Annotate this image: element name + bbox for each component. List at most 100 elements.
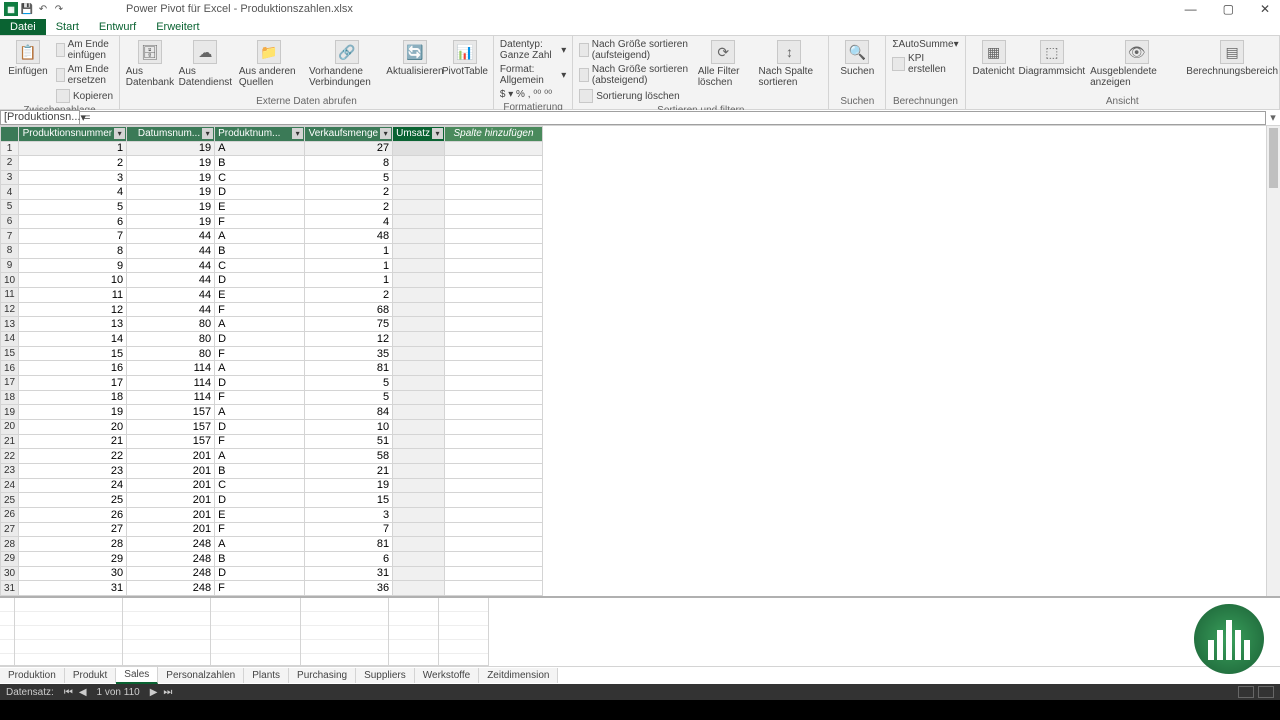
formula-input[interactable]: = (80, 111, 1266, 125)
cell[interactable]: 248 (127, 537, 215, 552)
cell[interactable] (445, 463, 543, 478)
cell[interactable]: 58 (305, 449, 393, 464)
row-header[interactable]: 27 (1, 522, 19, 537)
cell[interactable] (445, 141, 543, 156)
cell[interactable] (445, 376, 543, 391)
cell[interactable]: 10 (19, 273, 127, 288)
clear-sort-button[interactable]: Sortierung löschen (577, 88, 692, 104)
cell[interactable]: 19 (127, 156, 215, 171)
cell[interactable] (445, 434, 543, 449)
nav-first-icon[interactable]: ⏮ (64, 687, 73, 698)
cell[interactable]: 248 (127, 551, 215, 566)
cell[interactable]: 157 (127, 434, 215, 449)
cell[interactable] (393, 361, 445, 376)
col-produktnummer[interactable]: Produktnum...▾ (215, 127, 305, 142)
cell[interactable]: B (215, 244, 305, 259)
sort-desc-button[interactable]: Nach Größe sortieren (absteigend) (577, 63, 692, 87)
cell[interactable] (445, 214, 543, 229)
cell[interactable]: 201 (127, 478, 215, 493)
from-service-button[interactable]: ☁Aus Datendienst (178, 38, 233, 90)
cell[interactable]: C (215, 258, 305, 273)
filter-dropdown-icon[interactable]: ▾ (114, 128, 125, 139)
table-row[interactable]: 26 26 201 E 3 (1, 507, 543, 522)
filter-dropdown-icon[interactable]: ▾ (380, 128, 391, 139)
cell[interactable]: D (215, 185, 305, 200)
sheet-tab-werkstoffe[interactable]: Werkstoffe (415, 668, 479, 683)
table-row[interactable]: 31 31 248 F 36 (1, 581, 543, 596)
formula-expand-icon[interactable]: ▾ (1266, 111, 1280, 124)
table-row[interactable]: 27 27 201 F 7 (1, 522, 543, 537)
cell[interactable]: 84 (305, 405, 393, 420)
cell[interactable]: 28 (19, 537, 127, 552)
name-box[interactable]: [Produktionsn...▾ (0, 110, 80, 125)
cell[interactable]: 16 (19, 361, 127, 376)
cell[interactable]: 5 (305, 390, 393, 405)
undo-icon[interactable]: ↶ (36, 2, 50, 16)
tab-start[interactable]: Start (46, 19, 89, 35)
cell[interactable] (393, 434, 445, 449)
view-grid-icon[interactable] (1238, 686, 1254, 698)
cell[interactable]: 21 (305, 463, 393, 478)
cell[interactable] (393, 141, 445, 156)
table-row[interactable]: 30 30 248 D 31 (1, 566, 543, 581)
cell[interactable]: 10 (305, 419, 393, 434)
row-header[interactable]: 10 (1, 273, 19, 288)
cell[interactable]: 4 (305, 214, 393, 229)
maximize-button[interactable]: ▢ (1217, 2, 1240, 16)
cell[interactable]: 248 (127, 566, 215, 581)
cell[interactable]: 44 (127, 244, 215, 259)
row-header[interactable]: 29 (1, 551, 19, 566)
row-header[interactable]: 8 (1, 244, 19, 259)
cell[interactable] (393, 258, 445, 273)
cell[interactable]: 13 (19, 317, 127, 332)
sort-by-col-button[interactable]: ↕Nach Spalte sortieren (755, 38, 825, 90)
table-row[interactable]: 13 13 80 A 75 (1, 317, 543, 332)
cell[interactable]: A (215, 317, 305, 332)
cell[interactable] (393, 581, 445, 596)
cell[interactable]: 114 (127, 376, 215, 391)
sheet-tab-zeitdimension[interactable]: Zeitdimension (479, 668, 558, 683)
sheet-tab-suppliers[interactable]: Suppliers (356, 668, 415, 683)
table-row[interactable]: 12 12 44 F 68 (1, 302, 543, 317)
sheet-tab-personalzahlen[interactable]: Personalzahlen (158, 668, 244, 683)
table-row[interactable]: 29 29 248 B 6 (1, 551, 543, 566)
table-row[interactable]: 14 14 80 D 12 (1, 332, 543, 347)
row-header[interactable]: 18 (1, 390, 19, 405)
row-header[interactable]: 9 (1, 258, 19, 273)
cell[interactable]: 8 (305, 156, 393, 171)
row-header[interactable]: 16 (1, 361, 19, 376)
paste-button[interactable]: 📋Einfügen (4, 38, 52, 79)
cell[interactable] (393, 522, 445, 537)
append-button[interactable]: Am Ende einfügen (54, 38, 115, 62)
cell[interactable]: A (215, 405, 305, 420)
table-row[interactable]: 8 8 44 B 1 (1, 244, 543, 259)
row-header[interactable]: 11 (1, 288, 19, 303)
cell[interactable]: 19 (127, 185, 215, 200)
cell[interactable]: 2 (19, 156, 127, 171)
cell[interactable]: 30 (19, 566, 127, 581)
cell[interactable]: 27 (305, 141, 393, 156)
cell[interactable]: 1 (305, 244, 393, 259)
number-format-icons[interactable]: $ ▾ % , ⁰⁰ ⁰⁰ (498, 88, 568, 101)
cell[interactable]: A (215, 449, 305, 464)
cell[interactable]: E (215, 288, 305, 303)
cell[interactable]: 51 (305, 434, 393, 449)
cell[interactable]: 75 (305, 317, 393, 332)
cell[interactable]: C (215, 478, 305, 493)
cell[interactable]: 44 (127, 258, 215, 273)
cell[interactable]: F (215, 214, 305, 229)
nav-last-icon[interactable]: ⏭ (163, 687, 172, 698)
cell[interactable] (445, 317, 543, 332)
cell[interactable]: E (215, 507, 305, 522)
cell[interactable] (393, 170, 445, 185)
row-header[interactable]: 22 (1, 449, 19, 464)
table-row[interactable]: 6 6 19 F 4 (1, 214, 543, 229)
vertical-scrollbar[interactable] (1266, 126, 1280, 596)
row-header[interactable]: 23 (1, 463, 19, 478)
table-row[interactable]: 25 25 201 D 15 (1, 493, 543, 508)
cell[interactable]: 44 (127, 273, 215, 288)
cell[interactable]: 24 (19, 478, 127, 493)
row-header[interactable]: 19 (1, 405, 19, 420)
cell[interactable] (445, 332, 543, 347)
cell[interactable]: 12 (19, 302, 127, 317)
